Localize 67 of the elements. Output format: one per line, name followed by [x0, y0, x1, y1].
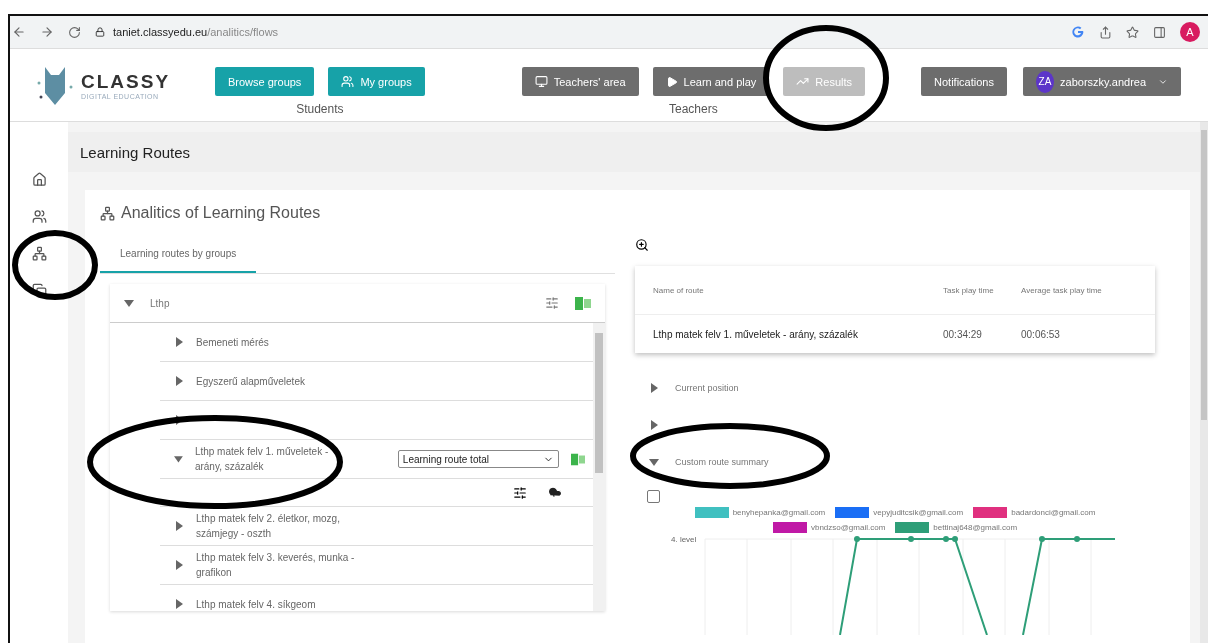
- table-cell-text: 00:34:29: [943, 328, 983, 340]
- caret-down-icon[interactable]: [649, 456, 659, 467]
- table-cell-text: Lthp matek felv 1. műveletek - arány, százalék: [653, 328, 859, 340]
- nav-group-label: Students: [296, 102, 344, 116]
- column-header: Task play time: [943, 285, 995, 295]
- legend-swatch[interactable]: [895, 522, 930, 533]
- spreadsheet-icon[interactable]: [575, 295, 591, 311]
- back-icon[interactable]: [12, 25, 26, 39]
- tab[interactable]: Learning routes by groups: [100, 238, 257, 273]
- legend-swatch[interactable]: [973, 507, 1008, 518]
- address-bar[interactable]: taniet.classyedu.eu/analitics/flows: [113, 26, 279, 38]
- column-header: Name of route: [653, 285, 705, 295]
- route-label[interactable]: Lthp matek felv 3. keverés, munka - grafikon: [196, 550, 366, 580]
- home-icon[interactable]: [31, 172, 47, 187]
- user-menu-button[interactable]: ZA zaborszky.andrea: [1022, 67, 1181, 96]
- legend-swatch[interactable]: [694, 507, 729, 518]
- caret-down-icon[interactable]: [174, 454, 183, 464]
- axis-label: 4. level: [671, 535, 697, 544]
- route-label[interactable]: Lthp matek felv 1. műveletek - arány, százalék: [194, 444, 346, 474]
- screen-icon: [534, 75, 548, 88]
- nav-button[interactable]: Browse groups: [215, 67, 315, 96]
- legend-label[interactable]: benyhepanka@gmail.com: [732, 508, 826, 517]
- section-label[interactable]: Current position: [675, 382, 739, 393]
- legend-swatch[interactable]: [835, 507, 870, 518]
- user-avatar: ZA: [1035, 70, 1055, 93]
- filter-icon[interactable]: [513, 485, 527, 500]
- legend-label[interactable]: badardonci@gmail.com: [1011, 508, 1096, 517]
- route-label[interactable]: Lthp matek felv 2. életkor, mozg, számjegy - oszth: [196, 511, 366, 541]
- route-label[interactable]: Bemeneti mérés: [196, 334, 366, 350]
- lock-icon: [95, 27, 105, 37]
- sitemap-icon: [100, 205, 115, 221]
- column-header: Average task play time: [1021, 285, 1103, 295]
- people-icon[interactable]: [31, 209, 47, 224]
- checkbox[interactable]: [647, 490, 660, 503]
- profile-avatar[interactable]: A: [1180, 22, 1200, 42]
- legend-swatch[interactable]: [772, 522, 807, 533]
- section-label[interactable]: Custom route summary: [675, 456, 769, 467]
- nav-button[interactable]: My groups: [328, 67, 425, 96]
- tree-label[interactable]: Lthp: [150, 297, 170, 309]
- nav-button[interactable]: Teachers' area: [521, 67, 639, 96]
- caret-down-icon[interactable]: [124, 298, 134, 308]
- share-icon[interactable]: [1099, 25, 1112, 39]
- zoom-icon[interactable]: [635, 238, 649, 252]
- route-label[interactable]: Egyszerű alapműveletek: [196, 373, 366, 389]
- route-label[interactable]: Lthp matek felv 4. síkgeom: [196, 596, 366, 611]
- page-title: Learning Routes: [68, 132, 1200, 172]
- forward-icon[interactable]: [40, 25, 54, 39]
- reload-icon[interactable]: [68, 25, 81, 39]
- nav-group-label: Teachers: [669, 102, 718, 116]
- table-cell-text: 00:06:53: [1021, 328, 1061, 340]
- scrollbar[interactable]: [1200, 122, 1208, 643]
- people-icon: [341, 75, 355, 88]
- card-title: Analitics of Learning Routes: [121, 204, 321, 222]
- google-icon[interactable]: [1071, 25, 1085, 39]
- notifications-button[interactable]: Notifications: [921, 67, 1007, 96]
- sitemap-icon[interactable]: [31, 246, 47, 261]
- star-icon[interactable]: [1126, 25, 1139, 39]
- legend-label[interactable]: vepyjuditcsik@gmail.com: [873, 508, 964, 517]
- route-select[interactable]: Learning route total: [397, 450, 559, 468]
- legend-label[interactable]: bettinaj648@gmail.com: [933, 523, 1018, 532]
- trend-icon: [796, 75, 810, 88]
- play-icon: [665, 75, 678, 88]
- spreadsheet-icon[interactable]: [570, 451, 585, 467]
- legend-label[interactable]: vbndzso@gmail.com: [810, 523, 886, 532]
- logo-name: CLASSY: [81, 70, 171, 93]
- side-panel-icon[interactable]: [1153, 25, 1166, 39]
- scrollbar[interactable]: [593, 323, 605, 611]
